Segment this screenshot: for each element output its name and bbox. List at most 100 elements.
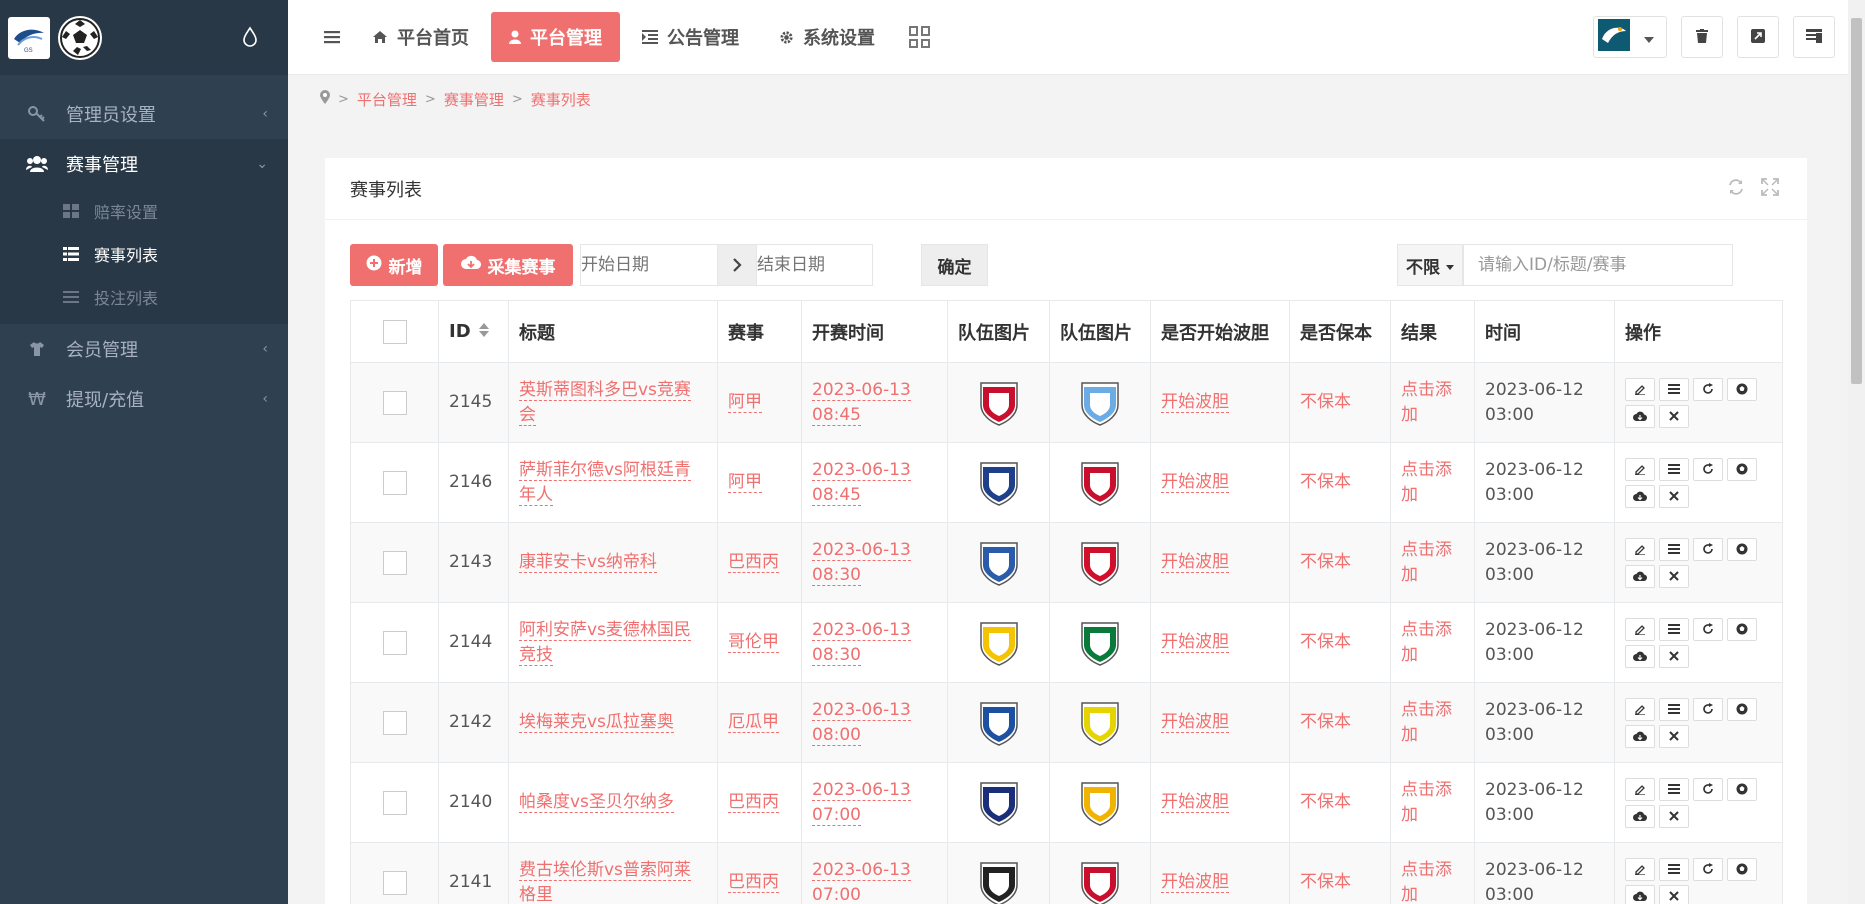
match-title-link[interactable]: 阿利安萨vs麦德林国民竞技 — [519, 619, 691, 666]
refresh-button[interactable] — [1693, 377, 1723, 401]
add-button[interactable]: 新增 — [350, 244, 438, 286]
refresh-button[interactable] — [1693, 457, 1723, 481]
cell-result[interactable]: 点击添加 — [1390, 762, 1475, 843]
download-button[interactable] — [1625, 644, 1655, 668]
score-button[interactable] — [1727, 617, 1757, 641]
refresh-button[interactable] — [1693, 537, 1723, 561]
cell-result[interactable]: 点击添加 — [1390, 682, 1475, 763]
breadcrumb-item[interactable]: 赛事管理 — [444, 89, 504, 110]
sidebar-subitem-match-list[interactable]: 赛事列表 — [0, 232, 288, 275]
edit-button[interactable] — [1625, 617, 1655, 641]
nav-home[interactable]: 平台首页 — [354, 12, 487, 62]
refresh-button[interactable] — [1693, 857, 1723, 881]
league-link[interactable]: 哥伦甲 — [728, 632, 779, 653]
vertical-scrollbar[interactable] — [1848, 0, 1865, 904]
delete-button[interactable] — [1659, 884, 1689, 904]
bodan-link[interactable]: 开始波胆 — [1161, 712, 1229, 733]
sidebar-item-admin[interactable]: 管理员设置 ‹ — [0, 89, 288, 139]
start-time-link[interactable]: 2023-06-13 08:45 — [812, 459, 911, 506]
score-button[interactable] — [1727, 537, 1757, 561]
league-link[interactable]: 巴西丙 — [728, 552, 779, 573]
sidebar-subitem-bet-list[interactable]: 投注列表 — [0, 275, 288, 318]
cell-baoben[interactable]: 不保本 — [1289, 442, 1391, 523]
start-date-input[interactable] — [580, 244, 718, 286]
odds-list-button[interactable] — [1659, 377, 1689, 401]
match-title-link[interactable]: 埃梅莱克vs瓜拉塞奥 — [519, 712, 674, 733]
bodan-link[interactable]: 开始波胆 — [1161, 872, 1229, 893]
menu-toggle-icon[interactable] — [314, 19, 350, 55]
score-button[interactable] — [1727, 697, 1757, 721]
collect-matches-button[interactable]: 采集赛事 — [443, 244, 573, 286]
row-checkbox[interactable] — [382, 790, 407, 815]
scrollbar-thumb[interactable] — [1851, 18, 1862, 384]
cell-baoben[interactable]: 不保本 — [1289, 362, 1391, 443]
cell-baoben[interactable]: 不保本 — [1289, 842, 1391, 904]
download-button[interactable] — [1625, 484, 1655, 508]
delete-button[interactable] — [1659, 724, 1689, 748]
cell-result[interactable]: 点击添加 — [1390, 442, 1475, 523]
sidebar-subitem-odds[interactable]: 赔率设置 — [0, 189, 288, 232]
league-link[interactable]: 巴西丙 — [728, 792, 779, 813]
odds-list-button[interactable] — [1659, 617, 1689, 641]
odds-list-button[interactable] — [1659, 697, 1689, 721]
filter-select[interactable]: 不限 — [1397, 244, 1463, 286]
start-time-link[interactable]: 2023-06-13 07:00 — [812, 779, 911, 826]
refresh-icon[interactable] — [1727, 178, 1745, 201]
match-title-link[interactable]: 费古埃伦斯vs普索阿莱格里 — [519, 859, 691, 904]
sidebar-item-withdraw[interactable]: ₩ 提现/充值 ‹ — [0, 374, 288, 424]
start-time-link[interactable]: 2023-06-13 08:45 — [812, 379, 911, 426]
edit-button[interactable] — [1625, 457, 1655, 481]
delete-button[interactable] — [1659, 804, 1689, 828]
match-title-link[interactable]: 帕桑度vs圣贝尔纳多 — [519, 792, 674, 813]
sort-icon[interactable] — [478, 321, 489, 342]
score-button[interactable] — [1727, 377, 1757, 401]
end-date-input[interactable] — [756, 244, 873, 286]
odds-list-button[interactable] — [1659, 537, 1689, 561]
score-button[interactable] — [1727, 857, 1757, 881]
nav-platform-manage[interactable]: 平台管理 — [491, 12, 620, 62]
clear-cache-button[interactable] — [1681, 16, 1723, 58]
droplet-icon[interactable] — [242, 26, 258, 48]
download-button[interactable] — [1625, 884, 1655, 904]
search-input[interactable] — [1463, 244, 1733, 286]
apps-grid-icon[interactable] — [909, 26, 931, 48]
league-link[interactable]: 阿甲 — [728, 472, 762, 493]
download-button[interactable] — [1625, 804, 1655, 828]
delete-button[interactable] — [1659, 404, 1689, 428]
start-time-link[interactable]: 2023-06-13 08:00 — [812, 699, 911, 746]
nav-announcement[interactable]: 公告管理 — [624, 12, 757, 62]
odds-list-button[interactable] — [1659, 857, 1689, 881]
start-time-link[interactable]: 2023-06-13 08:30 — [812, 619, 911, 666]
cell-baoben[interactable]: 不保本 — [1289, 522, 1391, 603]
open-frontend-button[interactable] — [1737, 16, 1779, 58]
bodan-link[interactable]: 开始波胆 — [1161, 472, 1229, 493]
refresh-button[interactable] — [1693, 777, 1723, 801]
bodan-link[interactable]: 开始波胆 — [1161, 392, 1229, 413]
cell-result[interactable]: 点击添加 — [1390, 522, 1475, 603]
start-time-link[interactable]: 2023-06-13 07:00 — [812, 859, 911, 904]
bodan-link[interactable]: 开始波胆 — [1161, 632, 1229, 653]
delete-button[interactable] — [1659, 564, 1689, 588]
delete-button[interactable] — [1659, 644, 1689, 668]
edit-button[interactable] — [1625, 777, 1655, 801]
sidebar-item-match[interactable]: 赛事管理 ⌄ — [0, 139, 288, 189]
league-link[interactable]: 巴西丙 — [728, 872, 779, 893]
cell-baoben[interactable]: 不保本 — [1289, 602, 1391, 683]
download-button[interactable] — [1625, 404, 1655, 428]
row-checkbox[interactable] — [382, 550, 407, 575]
row-checkbox[interactable] — [382, 390, 407, 415]
refresh-button[interactable] — [1693, 697, 1723, 721]
logo[interactable]: GS — [8, 16, 50, 59]
cell-result[interactable]: 点击添加 — [1390, 602, 1475, 683]
edit-button[interactable] — [1625, 537, 1655, 561]
download-button[interactable] — [1625, 564, 1655, 588]
row-checkbox[interactable] — [382, 470, 407, 495]
odds-list-button[interactable] — [1659, 457, 1689, 481]
edit-button[interactable] — [1625, 377, 1655, 401]
edit-button[interactable] — [1625, 857, 1655, 881]
delete-button[interactable] — [1659, 484, 1689, 508]
bodan-link[interactable]: 开始波胆 — [1161, 552, 1229, 573]
refresh-button[interactable] — [1693, 617, 1723, 641]
bodan-link[interactable]: 开始波胆 — [1161, 792, 1229, 813]
cell-baoben[interactable]: 不保本 — [1289, 682, 1391, 763]
